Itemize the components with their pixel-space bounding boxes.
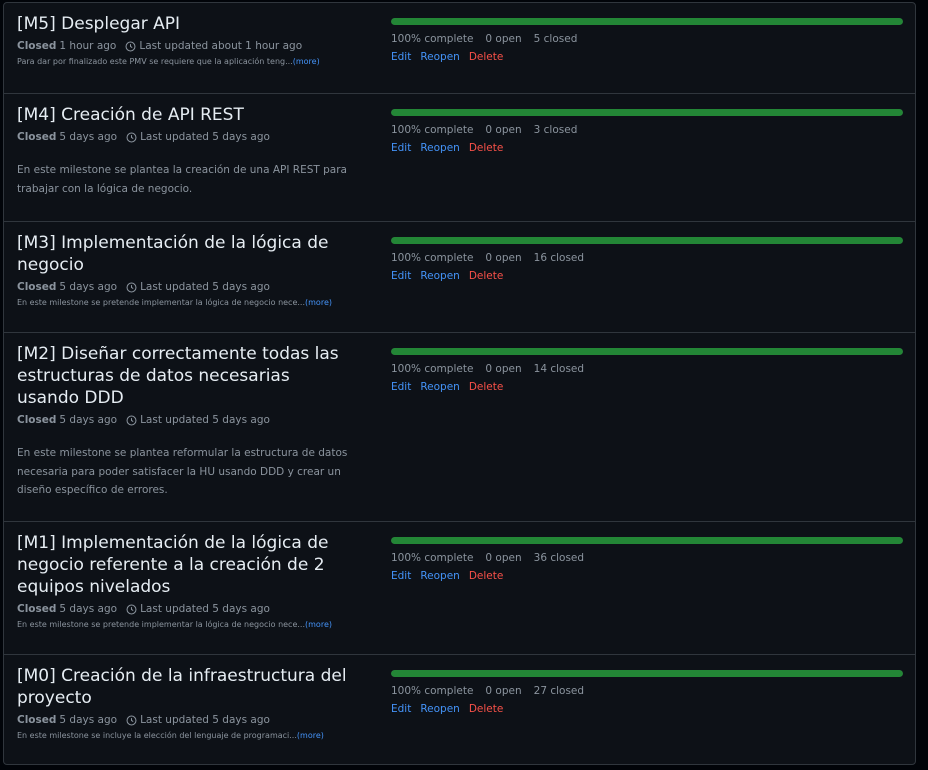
delete-link[interactable]: Delete	[469, 270, 504, 282]
reopen-link[interactable]: Reopen	[420, 51, 460, 63]
clock-icon	[125, 41, 136, 51]
delete-link[interactable]: Delete	[469, 703, 504, 715]
milestone-description: En este milestone se plantea la creación…	[17, 164, 347, 195]
percent-complete: 100% complete	[391, 552, 474, 564]
more-link[interactable]: (more)	[305, 620, 332, 629]
milestone-updated: Last updated about 1 hour ago	[139, 40, 303, 52]
edit-link[interactable]: Edit	[391, 270, 411, 282]
milestone-closed-ago: 5 days ago	[59, 414, 118, 426]
edit-link[interactable]: Edit	[391, 142, 411, 154]
milestone-updated: Last updated 5 days ago	[140, 131, 270, 143]
delete-link[interactable]: Delete	[469, 142, 504, 154]
more-link[interactable]: (more)	[293, 57, 320, 66]
edit-link[interactable]: Edit	[391, 703, 411, 715]
milestone-state: Closed	[17, 714, 57, 726]
milestone-closed-ago: 5 days ago	[59, 281, 118, 293]
edit-link[interactable]: Edit	[391, 51, 411, 63]
milestone-state: Closed	[17, 40, 57, 52]
more-link[interactable]: (more)	[297, 731, 324, 740]
milestone-closed-ago: 5 days ago	[59, 714, 118, 726]
progress-fill	[391, 109, 903, 116]
milestone-state: Closed	[17, 281, 57, 293]
milestone-state: Closed	[17, 603, 57, 615]
milestone-item: [M5] Desplegar API Closed 1 hour ago Las…	[4, 3, 915, 93]
reopen-link[interactable]: Reopen	[420, 570, 460, 582]
delete-link[interactable]: Delete	[469, 570, 504, 582]
milestone-updated: Last updated 5 days ago	[140, 603, 270, 615]
progress-fill	[391, 670, 903, 677]
milestone-description: En este milestone se pretende implementa…	[17, 620, 306, 629]
milestone-closed-ago: 5 days ago	[59, 603, 118, 615]
milestone-updated: Last updated 5 days ago	[140, 714, 270, 726]
milestone-item: [M0] Creación de la infraestructura del …	[4, 654, 915, 764]
milestone-title[interactable]: [M0] Creación de la infraestructura del …	[17, 665, 357, 709]
closed-count: 27 closed	[533, 685, 585, 697]
milestone-state: Closed	[17, 414, 57, 426]
delete-link[interactable]: Delete	[469, 51, 504, 63]
closed-count: 36 closed	[533, 552, 585, 564]
open-count: 0 open	[485, 685, 522, 697]
percent-complete: 100% complete	[391, 363, 474, 375]
progress-bar	[391, 18, 903, 25]
progress-bar	[391, 109, 903, 116]
progress-fill	[391, 348, 903, 355]
milestone-description: En este milestone se pretende implementa…	[17, 298, 306, 307]
reopen-link[interactable]: Reopen	[420, 381, 460, 393]
clock-icon	[126, 715, 137, 725]
reopen-link[interactable]: Reopen	[420, 142, 460, 154]
clock-icon	[126, 132, 137, 142]
delete-link[interactable]: Delete	[469, 381, 504, 393]
milestone-title[interactable]: [M3] Implementación de la lógica de nego…	[17, 232, 357, 276]
milestone-title[interactable]: [M5] Desplegar API	[17, 13, 357, 35]
progress-bar	[391, 348, 903, 355]
open-count: 0 open	[485, 363, 522, 375]
progress-bar	[391, 237, 903, 244]
milestone-title[interactable]: [M1] Implementación de la lógica de nego…	[17, 532, 357, 598]
reopen-link[interactable]: Reopen	[420, 703, 460, 715]
clock-icon	[126, 415, 137, 425]
progress-bar	[391, 670, 903, 677]
milestone-description: En este milestone se plantea reformular …	[17, 447, 348, 496]
percent-complete: 100% complete	[391, 685, 474, 697]
milestone-item: [M2] Diseñar correctamente todas las est…	[4, 332, 915, 521]
percent-complete: 100% complete	[391, 124, 474, 136]
milestone-updated: Last updated 5 days ago	[140, 414, 270, 426]
open-count: 0 open	[485, 252, 522, 264]
progress-fill	[391, 537, 903, 544]
progress-fill	[391, 237, 903, 244]
open-count: 0 open	[485, 552, 522, 564]
milestone-updated: Last updated 5 days ago	[140, 281, 270, 293]
milestone-state: Closed	[17, 131, 57, 143]
edit-link[interactable]: Edit	[391, 381, 411, 393]
reopen-link[interactable]: Reopen	[420, 270, 460, 282]
open-count: 0 open	[485, 124, 522, 136]
milestone-description: Para dar por finalizado este PMV se requ…	[17, 57, 293, 66]
open-count: 0 open	[485, 33, 522, 45]
milestone-list: [M5] Desplegar API Closed 1 hour ago Las…	[3, 2, 916, 765]
milestone-item: [M4] Creación de API REST Closed 5 days …	[4, 93, 915, 221]
milestone-description: En este milestone se incluye la elección…	[17, 731, 297, 740]
percent-complete: 100% complete	[391, 252, 474, 264]
closed-count: 3 closed	[533, 124, 578, 136]
milestone-title[interactable]: [M4] Creación de API REST	[17, 104, 357, 126]
milestone-item: [M1] Implementación de la lógica de nego…	[4, 521, 915, 654]
progress-fill	[391, 18, 903, 25]
edit-link[interactable]: Edit	[391, 570, 411, 582]
clock-icon	[126, 282, 137, 292]
percent-complete: 100% complete	[391, 33, 474, 45]
milestone-title[interactable]: [M2] Diseñar correctamente todas las est…	[17, 343, 357, 409]
closed-count: 16 closed	[533, 252, 585, 264]
closed-count: 14 closed	[533, 363, 585, 375]
closed-count: 5 closed	[533, 33, 578, 45]
milestone-closed-ago: 5 days ago	[59, 131, 118, 143]
clock-icon	[126, 604, 137, 614]
milestone-closed-ago: 1 hour ago	[59, 40, 117, 52]
milestone-item: [M3] Implementación de la lógica de nego…	[4, 221, 915, 332]
more-link[interactable]: (more)	[305, 298, 332, 307]
progress-bar	[391, 537, 903, 544]
